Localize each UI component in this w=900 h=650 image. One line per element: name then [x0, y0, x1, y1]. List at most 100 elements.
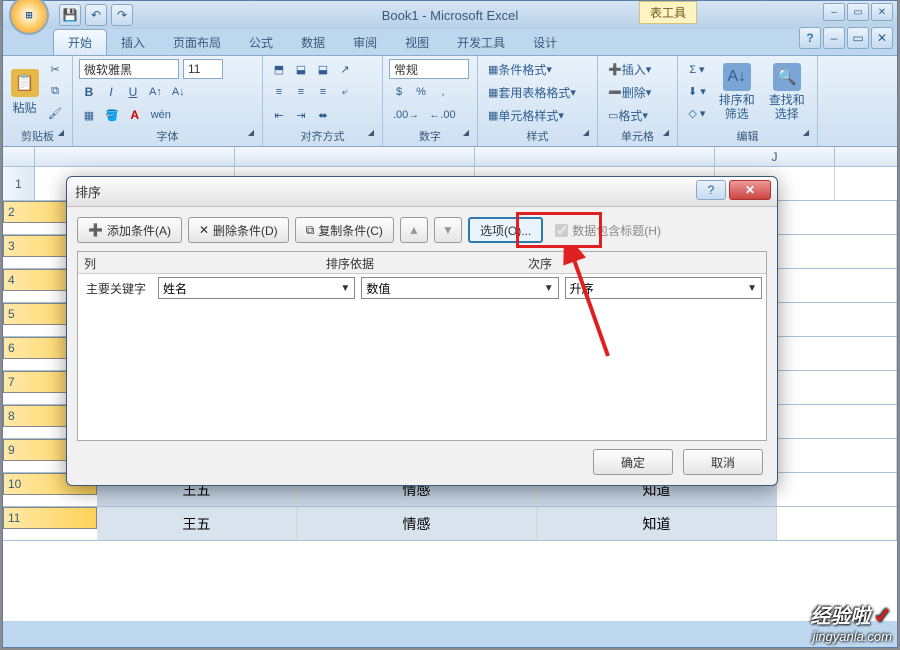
align-top-icon[interactable]: ⬒ — [269, 59, 289, 79]
copy-icon[interactable]: ⧉ — [44, 81, 66, 101]
align-left-icon[interactable]: ≡ — [269, 82, 289, 102]
move-down-button[interactable]: ▼ — [434, 217, 462, 243]
dialog-close-icon[interactable]: ✕ — [729, 180, 771, 200]
tab-design[interactable]: 设计 — [519, 30, 571, 55]
tab-view[interactable]: 视图 — [391, 30, 443, 55]
dec-decimal-icon[interactable]: ←.00 — [425, 105, 459, 125]
italic-icon[interactable]: I — [101, 82, 121, 102]
grow-font-icon[interactable]: A↑ — [145, 82, 166, 102]
shrink-font-icon[interactable]: A↓ — [168, 82, 189, 102]
autosum-icon[interactable]: Σ ▾ — [684, 59, 710, 79]
tab-formula[interactable]: 公式 — [235, 30, 287, 55]
title-bar: ⊞ 💾 ↶ ↷ Book1 - Microsoft Excel 表工具 – ▭ … — [3, 1, 897, 29]
number-format-combo[interactable]: 常规 — [389, 59, 469, 79]
has-header-checkbox[interactable]: 数据包含标题(H) — [555, 222, 661, 239]
align-center-icon[interactable]: ≡ — [291, 82, 311, 102]
ribbon-rest-icon[interactable]: ▭ — [847, 27, 869, 49]
phonetic-icon[interactable]: wén — [147, 105, 175, 125]
qat-undo-icon[interactable]: ↶ — [85, 4, 107, 26]
sort-on-select[interactable]: 数值▼ — [361, 277, 558, 299]
percent-icon[interactable]: % — [411, 82, 431, 102]
delete-cells-button[interactable]: ➖ 删除 ▾ — [604, 82, 674, 102]
copy-level-button[interactable]: ⧉复制条件(C) — [295, 217, 394, 243]
underline-icon[interactable]: U — [123, 82, 143, 102]
format-painter-icon[interactable]: 🖌 — [44, 103, 66, 123]
tab-review[interactable]: 审阅 — [339, 30, 391, 55]
bold-icon[interactable]: B — [79, 82, 99, 102]
cell[interactable] — [777, 507, 897, 540]
cell[interactable] — [777, 371, 897, 404]
cell[interactable]: 知道 — [537, 507, 777, 540]
comma-icon[interactable]: , — [433, 82, 453, 102]
tab-layout[interactable]: 页面布局 — [159, 30, 235, 55]
cond-format-button[interactable]: ▦ 条件格式 ▾ — [484, 59, 594, 79]
tab-dev[interactable]: 开发工具 — [443, 30, 519, 55]
cancel-button[interactable]: 取消 — [683, 449, 763, 475]
col-header[interactable] — [235, 147, 475, 166]
font-color-icon[interactable]: A — [125, 105, 145, 125]
close-icon[interactable]: ✕ — [871, 3, 893, 21]
cell[interactable] — [777, 473, 897, 506]
indent-dec-icon[interactable]: ⇤ — [269, 105, 289, 125]
cell[interactable] — [777, 201, 897, 234]
border-icon[interactable]: ▦ — [79, 105, 99, 125]
cell-style-button[interactable]: ▦ 单元格样式 ▾ — [484, 105, 594, 125]
sort-filter-button[interactable]: A↓ 排序和 筛选 — [714, 59, 760, 125]
col-header[interactable] — [35, 147, 235, 166]
options-button[interactable]: 选项(O)... — [468, 217, 543, 243]
sort-order-select[interactable]: 升序▼ — [565, 277, 762, 299]
align-right-icon[interactable]: ≡ — [313, 82, 333, 102]
format-cells-button[interactable]: ▭ 格式 ▾ — [604, 105, 674, 125]
cell[interactable]: 王五 — [97, 507, 297, 540]
move-up-button[interactable]: ▲ — [400, 217, 428, 243]
ribbon-min-icon[interactable]: – — [823, 27, 845, 49]
tab-insert[interactable]: 插入 — [107, 30, 159, 55]
col-header[interactable] — [475, 147, 715, 166]
insert-cells-button[interactable]: ➕ 插入 ▾ — [604, 59, 674, 79]
tab-data[interactable]: 数据 — [287, 30, 339, 55]
cell[interactable] — [777, 439, 897, 472]
wrap-icon[interactable]: ⤶ — [335, 82, 355, 102]
dialog-titlebar[interactable]: 排序 ? ✕ — [67, 177, 777, 207]
indent-inc-icon[interactable]: ⇥ — [291, 105, 311, 125]
clear-icon[interactable]: ◇ ▾ — [684, 103, 710, 123]
cell[interactable] — [777, 235, 897, 268]
table-format-button[interactable]: ▦ 套用表格格式 ▾ — [484, 82, 594, 102]
delete-level-button[interactable]: ✕删除条件(D) — [188, 217, 289, 243]
cell[interactable]: 情感 — [297, 507, 537, 540]
orientation-icon[interactable]: ↗ — [335, 59, 355, 79]
tab-home[interactable]: 开始 — [53, 29, 107, 55]
merge-icon[interactable]: ⬌ — [313, 105, 333, 125]
paste-button[interactable]: 📋 粘贴 — [9, 59, 40, 125]
find-select-button[interactable]: 🔍 查找和 选择 — [764, 59, 810, 125]
qat-redo-icon[interactable]: ↷ — [111, 4, 133, 26]
add-level-button[interactable]: ➕添加条件(A) — [77, 217, 182, 243]
qat-save-icon[interactable]: 💾 — [59, 4, 81, 26]
col-header-j[interactable]: J — [715, 147, 835, 166]
currency-icon[interactable]: $ — [389, 82, 409, 102]
ribbon-close-icon[interactable]: ✕ — [871, 27, 893, 49]
ok-button[interactable]: 确定 — [593, 449, 673, 475]
context-tab[interactable]: 表工具 — [639, 1, 697, 24]
font-name-combo[interactable]: 微软雅黑 — [79, 59, 179, 79]
fill-icon[interactable]: ⬇ ▾ — [684, 81, 710, 101]
fill-color-icon[interactable]: 🪣 — [101, 105, 123, 125]
cut-icon[interactable]: ✂ — [44, 59, 66, 79]
group-styles-label: 样式 — [484, 126, 591, 146]
row-header[interactable]: 11 — [3, 507, 97, 529]
maximize-icon[interactable]: ▭ — [847, 3, 869, 21]
minimize-icon[interactable]: – — [823, 3, 845, 21]
inc-decimal-icon[interactable]: .00→ — [389, 105, 423, 125]
select-all-corner[interactable] — [3, 147, 35, 166]
dialog-help-icon[interactable]: ? — [696, 180, 726, 200]
font-size-combo[interactable]: 11 — [183, 59, 223, 79]
group-edit-label: 编辑 — [684, 126, 811, 146]
cell[interactable] — [777, 303, 897, 336]
cell[interactable] — [777, 337, 897, 370]
align-bottom-icon[interactable]: ⬓ — [313, 59, 333, 79]
cell[interactable] — [777, 269, 897, 302]
align-middle-icon[interactable]: ⬓ — [291, 59, 311, 79]
help-icon[interactable]: ? — [799, 27, 821, 49]
cell[interactable] — [777, 405, 897, 438]
sort-column-select[interactable]: 姓名▼ — [158, 277, 355, 299]
